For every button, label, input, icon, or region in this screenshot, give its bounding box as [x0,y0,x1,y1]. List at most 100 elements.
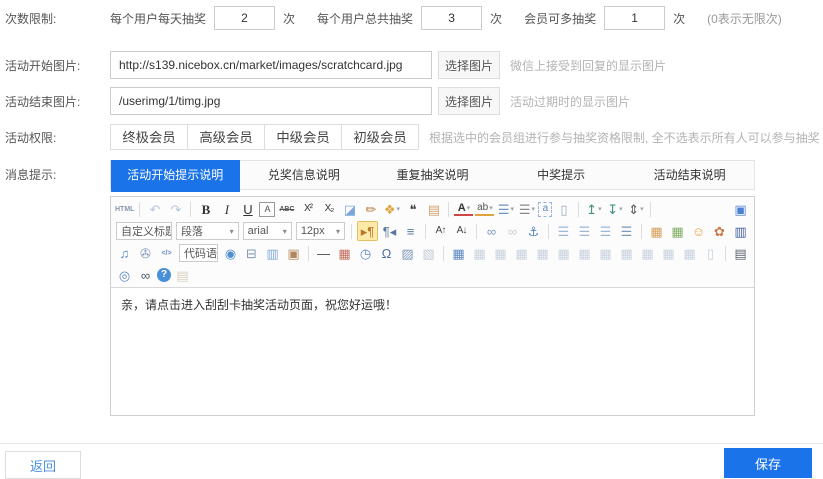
merge-right-icon[interactable]: ▦ [533,244,552,262]
align-center-icon[interactable]: ☰ [575,222,594,240]
insert-col-icon[interactable]: ▦ [617,244,636,262]
search-replace-icon[interactable]: ∞ [136,266,155,284]
help-icon[interactable]: ? [157,268,171,282]
font-color-icon[interactable]: A▾ [454,202,473,216]
subscript-icon[interactable]: X₂ [319,200,338,218]
snapshot-icon[interactable]: ▣ [284,244,303,262]
total-draw-limit-input[interactable] [421,6,482,30]
link-icon[interactable]: ∞ [482,222,501,240]
special-chars-icon[interactable]: Ω [377,244,396,262]
custom-title-select[interactable]: 自定义标题▾ [116,222,172,240]
blank-doc-icon[interactable]: ▯ [554,200,573,218]
line-height-icon[interactable]: ⇕▾ [626,200,645,218]
delete-col-icon[interactable]: ▦ [659,244,678,262]
editor-content[interactable]: 亲，请点击进入刮刮卡抽奖活动页面，祝您好运哦！ [111,288,754,415]
limit-fields: 每个用户每天抽奖次每个用户总共抽奖次会员可多抽奖次 [110,6,707,30]
member-level-button-0[interactable]: 终极会员 [110,124,188,150]
message-tab-0[interactable]: 活动开始提示说明 [111,160,240,192]
source-icon[interactable]: HTML [115,200,134,218]
space-above-icon[interactable]: ↥▾ [584,200,603,218]
fullscreen-icon[interactable]: ▣ [731,200,750,218]
member-level-button-2[interactable]: 中级会员 [264,124,342,150]
paragraph-select[interactable]: 段落▾ [176,222,239,240]
horizontal-rule-icon[interactable]: — [314,244,333,262]
daily-draw-limit-input[interactable] [214,6,275,30]
columns-icon[interactable]: ▥ [263,244,282,262]
save-button[interactable]: 保存 [724,448,812,478]
insert-code-icon[interactable]: </> [157,244,176,262]
message-tab-3[interactable]: 中奖提示 [497,161,626,189]
note-icon[interactable]: ▧ [419,244,438,262]
split-cell-icon[interactable]: ▦ [575,244,594,262]
unlink-icon[interactable]: ∞ [503,222,522,240]
table-caption-icon[interactable]: ▦ [512,244,531,262]
italic-icon[interactable]: I [217,200,236,218]
preview-icon[interactable]: ◎ [115,266,134,284]
member-extra-draw-input[interactable] [604,6,665,30]
pagebreak-icon[interactable]: ⊟ [242,244,261,262]
start-image-pick-button[interactable]: 选择图片 [438,51,500,79]
anchor-icon[interactable]: ⚓ [524,222,543,240]
strikethrough-icon[interactable]: ABC [277,200,296,218]
unordered-list-icon[interactable]: ☰▾ [517,200,536,218]
merge-cells-icon[interactable]: ▦ [680,244,699,262]
music-icon[interactable]: ♫ [115,244,134,262]
end-image-pick-button[interactable]: 选择图片 [438,87,500,115]
insert-table-icon[interactable]: ▦ [449,244,468,262]
superscript-icon[interactable]: X² [298,200,317,218]
print-icon[interactable]: ▤ [731,244,750,262]
member-level-button-1[interactable]: 高级会员 [187,124,265,150]
template-icon[interactable]: ▯ [701,244,720,262]
ordered-list-icon[interactable]: ☰▾ [496,200,515,218]
back-button[interactable]: 返回 [5,451,81,479]
attachment-icon[interactable]: ✇ [136,244,155,262]
paragraph-direction-icon[interactable]: ¶◂ [380,222,399,240]
message-tab-4[interactable]: 活动结束说明 [625,161,754,189]
emotion-icon[interactable]: ☺ [689,222,708,240]
align-justify-icon[interactable]: ☰ [617,222,636,240]
table-title-icon[interactable]: ▦ [491,244,510,262]
redo-icon[interactable]: ↷ [166,200,185,218]
text-direction-icon[interactable]: ≡ [401,222,420,240]
time-icon[interactable]: ◷ [356,244,375,262]
format-brush-icon[interactable]: ✏ [361,200,380,218]
underline-icon[interactable]: U [238,200,257,218]
bordered-text-icon[interactable]: A [259,202,275,217]
message-tab-1[interactable]: 兑奖信息说明 [240,161,369,189]
font-size-up-icon[interactable]: A↑ [431,222,450,240]
insert-row-icon[interactable]: ▦ [596,244,615,262]
delete-row-icon[interactable]: ▦ [638,244,657,262]
font-family-select[interactable]: arial▾ [243,222,292,240]
delete-table-icon[interactable]: ▦ [470,244,489,262]
date-icon[interactable]: ▦ [335,244,354,262]
align-left-icon[interactable]: ☰ [554,222,573,240]
end-image-input[interactable] [110,87,432,115]
undo-icon[interactable]: ↶ [145,200,164,218]
highlight-color-icon[interactable]: ab▾ [475,202,494,216]
start-image-input[interactable] [110,51,432,79]
field-label-message: 消息提示: [5,160,110,190]
blockquote-icon[interactable]: ❝ [403,200,422,218]
message-icon[interactable]: ▨ [398,244,417,262]
paste-as-text-icon[interactable]: ▤ [424,200,443,218]
message-tab-2[interactable]: 重复抽奖说明 [368,161,497,189]
editor-toolbar: HTML↶↷BIUAABCX²X₂◪✏❖▾❝▤A▾ab▾☰▾☰▾a▯↥▾↧▾⇕▾… [111,197,754,288]
anchor-text-icon[interactable]: a [538,202,552,217]
insert-video-icon[interactable]: ▥ [731,222,750,240]
upload-image-icon[interactable]: ▦ [668,222,687,240]
scrawl-icon[interactable]: ✿ [710,222,729,240]
drafts-icon[interactable]: ▤ [173,266,192,284]
indent-paragraph-icon[interactable]: ▸¶ [357,221,378,241]
font-size-down-icon[interactable]: A↓ [452,222,471,240]
space-below-icon[interactable]: ↧▾ [605,200,624,218]
align-right-icon[interactable]: ☰ [596,222,615,240]
bold-icon[interactable]: B [196,200,215,218]
eraser-icon[interactable]: ◪ [340,200,359,218]
code-language-select[interactable]: 代码语言▾ [179,244,218,262]
auto-typeset-icon[interactable]: ❖▾ [382,200,401,218]
font-size-select[interactable]: 12px▾ [296,222,345,240]
map-icon[interactable]: ◉ [221,244,240,262]
member-level-button-3[interactable]: 初级会员 [341,124,419,150]
merge-down-icon[interactable]: ▦ [554,244,573,262]
insert-image-icon[interactable]: ▦ [647,222,666,240]
